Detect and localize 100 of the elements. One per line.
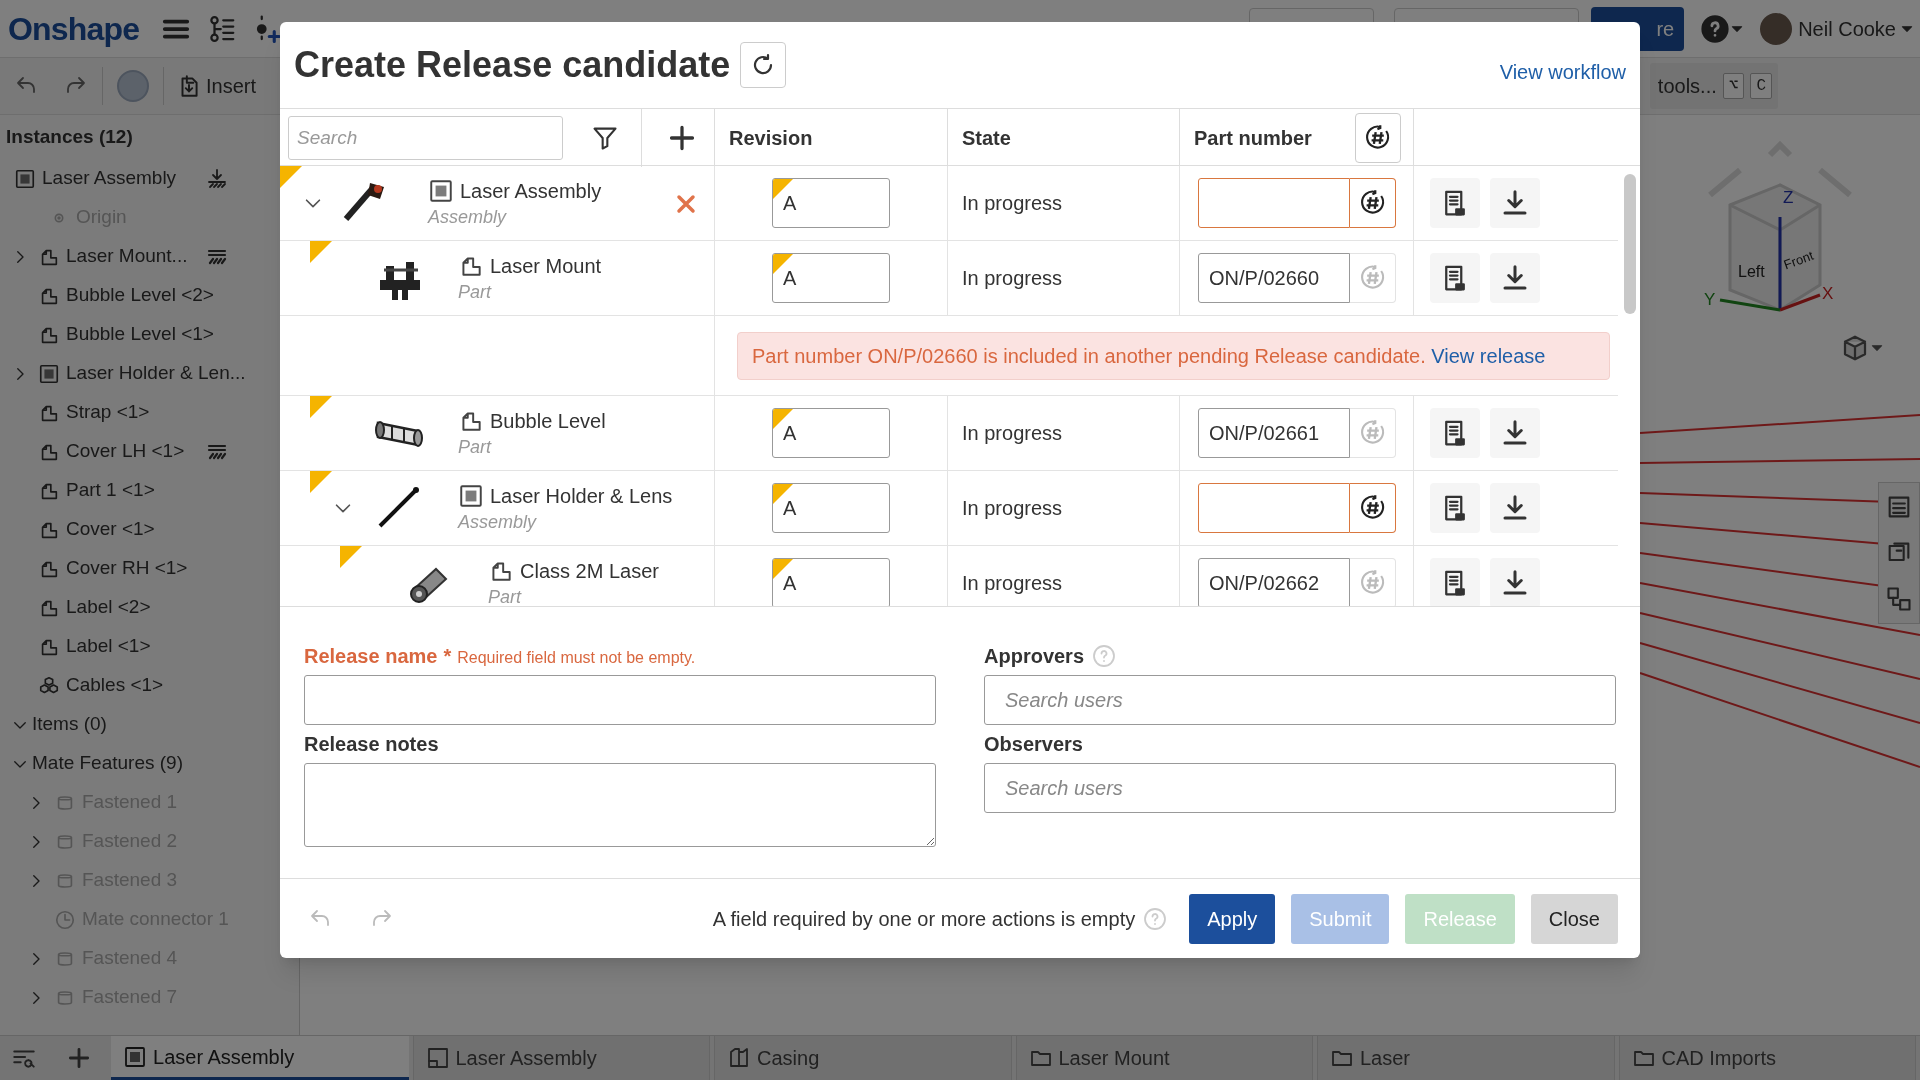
footer-notice: A field required by one or more actions is empty xyxy=(712,906,1136,932)
tree-item[interactable]: Label <2> xyxy=(66,593,151,622)
tree-item[interactable]: Part 1 <1> xyxy=(66,476,155,505)
state-text: In progress xyxy=(962,191,1063,216)
tree-item[interactable]: Laser Assembly xyxy=(42,164,177,193)
properties-button[interactable] xyxy=(1430,178,1480,228)
changed-marker-icon xyxy=(310,241,332,263)
state-text: In progress xyxy=(962,266,1063,291)
revision-field[interactable]: A xyxy=(772,178,890,228)
hash-refresh-icon xyxy=(1358,569,1387,597)
release-name-field[interactable] xyxy=(304,675,936,725)
connector-icon xyxy=(54,908,76,931)
close-button[interactable]: Close xyxy=(1530,893,1618,944)
changed-marker-icon xyxy=(340,546,362,568)
refresh-button[interactable] xyxy=(740,42,787,88)
document-tab[interactable]: Laser xyxy=(1317,1036,1615,1080)
column-header: State xyxy=(962,126,1011,151)
assembly-icon xyxy=(123,1044,147,1069)
tree-item[interactable]: Mate Features (9) xyxy=(32,749,183,778)
tree-item[interactable]: Cables <1> xyxy=(66,671,164,700)
help-icon[interactable] xyxy=(1700,13,1731,44)
part-studio-icon xyxy=(727,1046,751,1070)
state-text: In progress xyxy=(962,571,1063,596)
hash-refresh-icon xyxy=(1358,264,1387,292)
properties-button[interactable] xyxy=(1430,408,1480,458)
app-logo[interactable]: Onshape xyxy=(8,4,140,53)
tree-item[interactable]: Laser Mount... xyxy=(66,242,188,271)
part-number-field[interactable]: ON/P/02662 xyxy=(1198,558,1350,606)
revision-field[interactable]: A xyxy=(772,483,890,533)
column-header: Part number xyxy=(1194,126,1312,151)
tree-item[interactable]: Cover LH <1> xyxy=(66,437,185,466)
download-button[interactable] xyxy=(1490,483,1540,533)
view-release-link[interactable]: View release xyxy=(1431,340,1546,371)
revision-field[interactable]: A xyxy=(772,253,890,303)
properties-button[interactable] xyxy=(1430,558,1480,606)
download-button[interactable] xyxy=(1490,558,1540,606)
field-label: Release notes xyxy=(304,732,439,757)
tree-item[interactable]: Bubble Level <2> xyxy=(66,281,214,310)
scrollbar[interactable] xyxy=(1624,174,1636,314)
tree-item[interactable]: Cover RH <1> xyxy=(66,554,188,583)
document-tab[interactable]: Casing xyxy=(714,1036,1012,1080)
revision-field[interactable]: A xyxy=(772,408,890,458)
column-header: Revision xyxy=(729,126,813,151)
cube-face-label: Left xyxy=(1738,263,1765,280)
field-label: Observers xyxy=(984,732,1083,757)
user-name[interactable]: Neil Cooke xyxy=(1798,13,1896,44)
cube-face-label: Front xyxy=(1781,247,1816,273)
state-text: In progress xyxy=(962,421,1063,446)
tree-item[interactable]: Laser Holder & Len... xyxy=(66,359,246,388)
item-name: Bubble Level xyxy=(490,409,606,434)
tool-search-field[interactable]: tools... ⌥ C xyxy=(1649,63,1778,109)
state-text: In progress xyxy=(962,496,1063,521)
document-tab[interactable]: CAD Imports xyxy=(1618,1036,1916,1080)
generate-number-button[interactable] xyxy=(1350,483,1396,533)
item-type: Part xyxy=(458,281,493,303)
field-label: Release name xyxy=(304,644,438,669)
avatar[interactable] xyxy=(1760,12,1793,45)
item-type: Part xyxy=(458,436,493,458)
apply-button[interactable]: Apply xyxy=(1189,893,1276,944)
document-tab[interactable]: Laser Assembly xyxy=(111,1036,409,1080)
observers-field[interactable]: Search users xyxy=(984,763,1616,813)
part-number-field[interactable] xyxy=(1198,178,1350,228)
download-button[interactable] xyxy=(1490,253,1540,303)
properties-button[interactable] xyxy=(1430,483,1480,533)
generate-number-button[interactable] xyxy=(1350,178,1396,228)
assembly-icon xyxy=(14,167,36,190)
item-type: Assembly xyxy=(428,206,508,228)
part-number-field[interactable] xyxy=(1198,483,1350,533)
remove-icon[interactable] xyxy=(676,194,696,214)
tree-item[interactable]: Items (0) xyxy=(32,710,107,739)
axis-label: Y xyxy=(1704,290,1716,309)
required-mark: * xyxy=(443,644,452,669)
dialog-title: Create Release candidate xyxy=(294,43,731,87)
item-name: Laser Mount xyxy=(490,254,602,279)
revision-field[interactable]: A xyxy=(772,558,890,606)
part-number-field[interactable]: ON/P/02660 xyxy=(1198,253,1350,303)
search-field[interactable]: Search xyxy=(288,116,563,160)
assembly-icon xyxy=(38,362,60,385)
insert-button[interactable]: Insert xyxy=(206,71,257,101)
tree-item[interactable]: Cover <1> xyxy=(66,515,155,544)
drawing-icon xyxy=(425,1046,450,1070)
part-number-field[interactable]: ON/P/02661 xyxy=(1198,408,1350,458)
tree-item[interactable]: Bubble Level <1> xyxy=(66,320,214,349)
download-button[interactable] xyxy=(1490,408,1540,458)
release-notes-field[interactable] xyxy=(304,763,936,847)
tree-item[interactable]: Strap <1> xyxy=(66,398,150,427)
add-icon[interactable] xyxy=(668,124,696,152)
generate-number-button[interactable] xyxy=(1355,113,1401,163)
hash-refresh-icon xyxy=(1358,189,1387,217)
assembly-icon xyxy=(458,483,484,509)
tree-item[interactable]: Label <1> xyxy=(66,632,151,661)
approvers-field[interactable]: Search users xyxy=(984,675,1616,725)
document-tab[interactable]: Laser Mount xyxy=(1015,1036,1313,1080)
hash-refresh-icon xyxy=(1358,494,1387,522)
view-workflow-link[interactable]: View workflow xyxy=(1499,57,1626,87)
download-button[interactable] xyxy=(1490,178,1540,228)
item-name: Class 2M Laser xyxy=(520,559,659,584)
panel-icon[interactable] xyxy=(1885,585,1913,613)
document-tab[interactable]: Laser Assembly xyxy=(412,1036,710,1080)
properties-button[interactable] xyxy=(1430,253,1480,303)
